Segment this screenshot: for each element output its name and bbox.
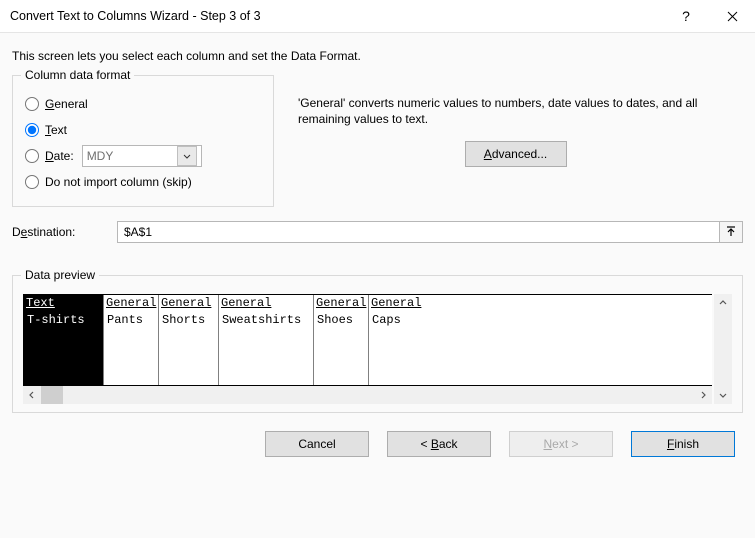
radio-date[interactable]	[25, 149, 39, 163]
preview-cell[interactable]: Pants	[104, 311, 159, 385]
close-icon	[727, 11, 738, 22]
cancel-button[interactable]: Cancel	[265, 431, 369, 457]
close-button[interactable]	[709, 0, 755, 32]
option-general-label: General	[45, 97, 88, 111]
preview-cell[interactable]: T-shirts	[24, 311, 104, 385]
preview-col-header[interactable]: General	[104, 295, 159, 311]
option-skip-label: Do not import column (skip)	[45, 175, 192, 189]
preview-cell[interactable]: Caps	[369, 311, 712, 385]
destination-label: Destination:	[12, 225, 117, 239]
client-area: This screen lets you select each column …	[0, 32, 755, 538]
back-button[interactable]: < Back	[387, 431, 491, 457]
preview-grid[interactable]: TextGeneralGeneralGeneralGeneralGeneralT…	[23, 294, 712, 386]
destination-input-wrap	[117, 221, 743, 243]
preview-col-header[interactable]: General	[159, 295, 219, 311]
vertical-scrollbar[interactable]	[714, 294, 732, 404]
description-text: 'General' converts numeric values to num…	[298, 95, 733, 127]
scroll-thumb[interactable]	[41, 386, 63, 404]
column-data-format-group: Column data format General Text Date: MD…	[12, 75, 274, 207]
preview-col-header[interactable]: General	[369, 295, 712, 311]
preview-cell[interactable]: Shorts	[159, 311, 219, 385]
scroll-left-icon[interactable]	[23, 386, 41, 404]
preview-cell[interactable]: Sweatshirts	[219, 311, 314, 385]
group-legend: Column data format	[21, 68, 134, 82]
data-preview-group: Data preview TextGeneralGeneralGeneralGe…	[12, 275, 743, 413]
destination-input[interactable]	[118, 222, 719, 242]
chevron-down-icon	[177, 146, 197, 166]
scroll-right-icon[interactable]	[694, 386, 712, 404]
scroll-down-icon[interactable]	[714, 386, 732, 404]
footer-buttons: Cancel < Back Next > Finish	[12, 431, 743, 471]
window-title: Convert Text to Columns Wizard - Step 3 …	[10, 9, 663, 23]
preview-legend: Data preview	[21, 268, 99, 282]
scroll-up-icon[interactable]	[714, 294, 732, 312]
option-text-label: Text	[45, 123, 67, 137]
date-format-select[interactable]: MDY	[82, 145, 202, 167]
radio-general[interactable]	[25, 97, 39, 111]
radio-skip[interactable]	[25, 175, 39, 189]
wizard-window: Convert Text to Columns Wizard - Step 3 …	[0, 0, 755, 538]
option-skip[interactable]: Do not import column (skip)	[23, 170, 263, 194]
preview-col-header[interactable]: General	[219, 295, 314, 311]
preview-col-header[interactable]: Text	[24, 295, 104, 311]
preview-col-header[interactable]: General	[314, 295, 369, 311]
collapse-dialog-icon	[725, 226, 737, 238]
option-general[interactable]: General	[23, 92, 263, 116]
description-area: 'General' converts numeric values to num…	[288, 75, 743, 207]
advanced-button[interactable]: Advanced...	[465, 141, 567, 167]
option-date[interactable]: Date: MDY	[23, 144, 263, 168]
range-picker-button[interactable]	[719, 222, 742, 242]
date-format-value: MDY	[87, 149, 114, 163]
finish-button[interactable]: Finish	[631, 431, 735, 457]
option-date-label: Date:	[45, 149, 74, 163]
option-text[interactable]: Text	[23, 118, 263, 142]
destination-row: Destination:	[12, 221, 743, 243]
preview-cell[interactable]: Shoes	[314, 311, 369, 385]
titlebar: Convert Text to Columns Wizard - Step 3 …	[0, 0, 755, 32]
help-button[interactable]: ?	[663, 0, 709, 32]
radio-text[interactable]	[25, 123, 39, 137]
next-button: Next >	[509, 431, 613, 457]
horizontal-scrollbar[interactable]	[23, 386, 712, 404]
